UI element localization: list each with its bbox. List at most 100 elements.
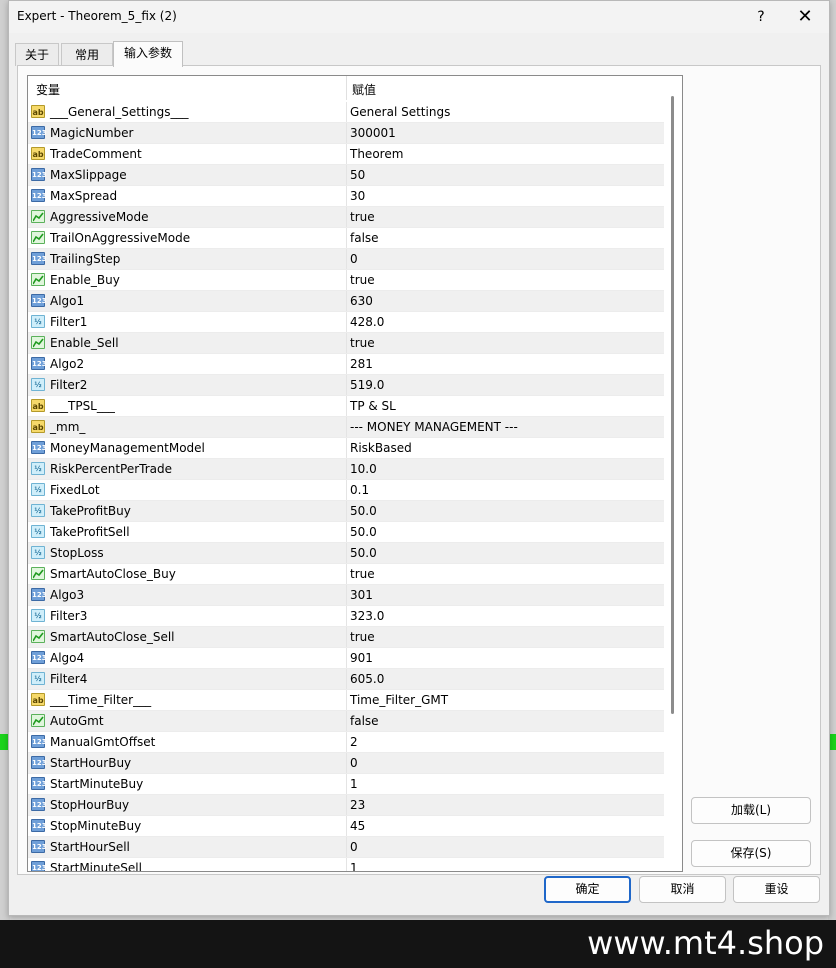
parameter-value[interactable]: 1 xyxy=(350,777,358,791)
table-row[interactable]: ½ StopLoss 50.0 xyxy=(28,543,664,564)
parameter-value[interactable]: General Settings xyxy=(350,105,450,119)
help-button[interactable]: ? xyxy=(741,5,781,29)
table-row[interactable]: ab ___General_Settings___ General Settings xyxy=(28,102,664,123)
table-row[interactable]: Enable_Sell true xyxy=(28,333,664,354)
parameter-value[interactable]: true xyxy=(350,273,375,287)
table-row[interactable]: 123 StopMinuteBuy 45 xyxy=(28,816,664,837)
scrollbar-thumb[interactable] xyxy=(671,96,674,714)
parameter-value[interactable]: 519.0 xyxy=(350,378,384,392)
parameter-value[interactable]: true xyxy=(350,567,375,581)
reset-button[interactable]: 重设 xyxy=(733,876,820,903)
column-separator xyxy=(346,732,347,752)
parameter-value[interactable]: 901 xyxy=(350,651,373,665)
parameter-value[interactable]: 301 xyxy=(350,588,373,602)
parameter-value[interactable]: false xyxy=(350,231,379,245)
cancel-button[interactable]: 取消 xyxy=(639,876,726,903)
parameter-value[interactable]: 50.0 xyxy=(350,546,377,560)
table-row[interactable]: ab _mm_ --- MONEY MANAGEMENT --- xyxy=(28,417,664,438)
table-row[interactable]: 123 Algo4 901 xyxy=(28,648,664,669)
parameter-value[interactable]: 630 xyxy=(350,294,373,308)
title-bar[interactable]: Expert - Theorem_5_fix (2) ? ✕ xyxy=(9,1,829,33)
table-row[interactable]: 123 MoneyManagementModel RiskBased xyxy=(28,438,664,459)
table-row[interactable]: AggressiveMode true xyxy=(28,207,664,228)
double-type-icon: ½ xyxy=(31,462,45,475)
parameter-value[interactable]: true xyxy=(350,630,375,644)
close-button[interactable]: ✕ xyxy=(785,5,825,29)
parameter-value[interactable]: 428.0 xyxy=(350,315,384,329)
vertical-scrollbar[interactable] xyxy=(666,76,680,869)
parameter-value[interactable]: 0 xyxy=(350,840,358,854)
table-row[interactable]: SmartAutoClose_Sell true xyxy=(28,627,664,648)
table-row[interactable]: ½ FixedLot 0.1 xyxy=(28,480,664,501)
parameter-value[interactable]: Time_Filter_GMT xyxy=(350,693,448,707)
parameter-value[interactable]: RiskBased xyxy=(350,441,412,455)
table-row[interactable]: ab TradeComment Theorem xyxy=(28,144,664,165)
parameter-value[interactable]: 2 xyxy=(350,735,358,749)
parameter-value[interactable]: 605.0 xyxy=(350,672,384,686)
table-row[interactable]: 123 StartMinuteSell 1 xyxy=(28,858,664,871)
header-variable[interactable]: 变量 xyxy=(36,81,60,98)
parameter-value[interactable]: 281 xyxy=(350,357,373,371)
parameter-value[interactable]: 300001 xyxy=(350,126,396,140)
integer-type-icon: 123 xyxy=(31,294,47,307)
table-row[interactable]: 123 Algo2 281 xyxy=(28,354,664,375)
load-button[interactable]: 加载(L) xyxy=(691,797,811,824)
parameter-value[interactable]: true xyxy=(350,210,375,224)
parameter-value[interactable]: TP & SL xyxy=(350,399,396,413)
table-row[interactable]: 123 MaxSlippage 50 xyxy=(28,165,664,186)
table-row[interactable]: 123 MagicNumber 300001 xyxy=(28,123,664,144)
table-row[interactable]: 123 ManualGmtOffset 2 xyxy=(28,732,664,753)
table-row[interactable]: 123 StartHourBuy 0 xyxy=(28,753,664,774)
table-row[interactable]: 123 StopHourBuy 23 xyxy=(28,795,664,816)
table-row[interactable]: SmartAutoClose_Buy true xyxy=(28,564,664,585)
column-separator xyxy=(346,417,347,437)
parameter-value[interactable]: 0 xyxy=(350,252,358,266)
parameter-value[interactable]: --- MONEY MANAGEMENT --- xyxy=(350,420,518,434)
parameter-value[interactable]: 50.0 xyxy=(350,525,377,539)
table-row[interactable]: ½ TakeProfitSell 50.0 xyxy=(28,522,664,543)
parameter-name: Filter1 xyxy=(50,315,88,329)
parameter-value[interactable]: Theorem xyxy=(350,147,403,161)
parameter-value[interactable]: 50.0 xyxy=(350,504,377,518)
parameter-value[interactable]: 30 xyxy=(350,189,365,203)
table-row[interactable]: ½ TakeProfitBuy 50.0 xyxy=(28,501,664,522)
table-row[interactable]: ½ Filter3 323.0 xyxy=(28,606,664,627)
table-row[interactable]: Enable_Buy true xyxy=(28,270,664,291)
table-row[interactable]: 123 Algo1 630 xyxy=(28,291,664,312)
parameter-value[interactable]: 1 xyxy=(350,861,358,871)
list-header: 变量 赋值 xyxy=(28,76,664,100)
ok-button[interactable]: 确定 xyxy=(544,876,631,903)
table-row[interactable]: ab ___TPSL___ TP & SL xyxy=(28,396,664,417)
parameter-value[interactable]: 50 xyxy=(350,168,365,182)
table-row[interactable]: ½ Filter4 605.0 xyxy=(28,669,664,690)
header-value[interactable]: 赋值 xyxy=(352,81,376,98)
table-row[interactable]: ½ Filter1 428.0 xyxy=(28,312,664,333)
parameter-value[interactable]: true xyxy=(350,336,375,350)
table-row[interactable]: 123 MaxSpread 30 xyxy=(28,186,664,207)
tab-about[interactable]: 关于 xyxy=(15,43,59,66)
parameter-value[interactable]: 23 xyxy=(350,798,365,812)
column-separator xyxy=(346,480,347,500)
table-row[interactable]: ½ RiskPercentPerTrade 10.0 xyxy=(28,459,664,480)
column-separator xyxy=(346,690,347,710)
save-button[interactable]: 保存(S) xyxy=(691,840,811,867)
parameter-value[interactable]: false xyxy=(350,714,379,728)
table-row[interactable]: 123 StartHourSell 0 xyxy=(28,837,664,858)
table-row[interactable]: ½ Filter2 519.0 xyxy=(28,375,664,396)
table-row[interactable]: 123 Algo3 301 xyxy=(28,585,664,606)
integer-type-icon: 123 xyxy=(31,861,47,871)
table-row[interactable]: ab ___Time_Filter___ Time_Filter_GMT xyxy=(28,690,664,711)
header-separator[interactable] xyxy=(346,76,347,100)
table-row[interactable]: TrailOnAggressiveMode false xyxy=(28,228,664,249)
tab-inputs[interactable]: 输入参数 xyxy=(113,41,183,67)
parameter-value[interactable]: 10.0 xyxy=(350,462,377,476)
parameter-value[interactable]: 45 xyxy=(350,819,365,833)
table-row[interactable]: 123 StartMinuteBuy 1 xyxy=(28,774,664,795)
parameter-value[interactable]: 323.0 xyxy=(350,609,384,623)
parameter-value[interactable]: 0 xyxy=(350,756,358,770)
parameters-list[interactable]: 变量 赋值 ab ___General_Settings___ General Se… xyxy=(27,75,683,872)
table-row[interactable]: 123 TrailingStep 0 xyxy=(28,249,664,270)
table-row[interactable]: AutoGmt false xyxy=(28,711,664,732)
parameter-value[interactable]: 0.1 xyxy=(350,483,369,497)
tab-common[interactable]: 常用 xyxy=(61,43,113,66)
